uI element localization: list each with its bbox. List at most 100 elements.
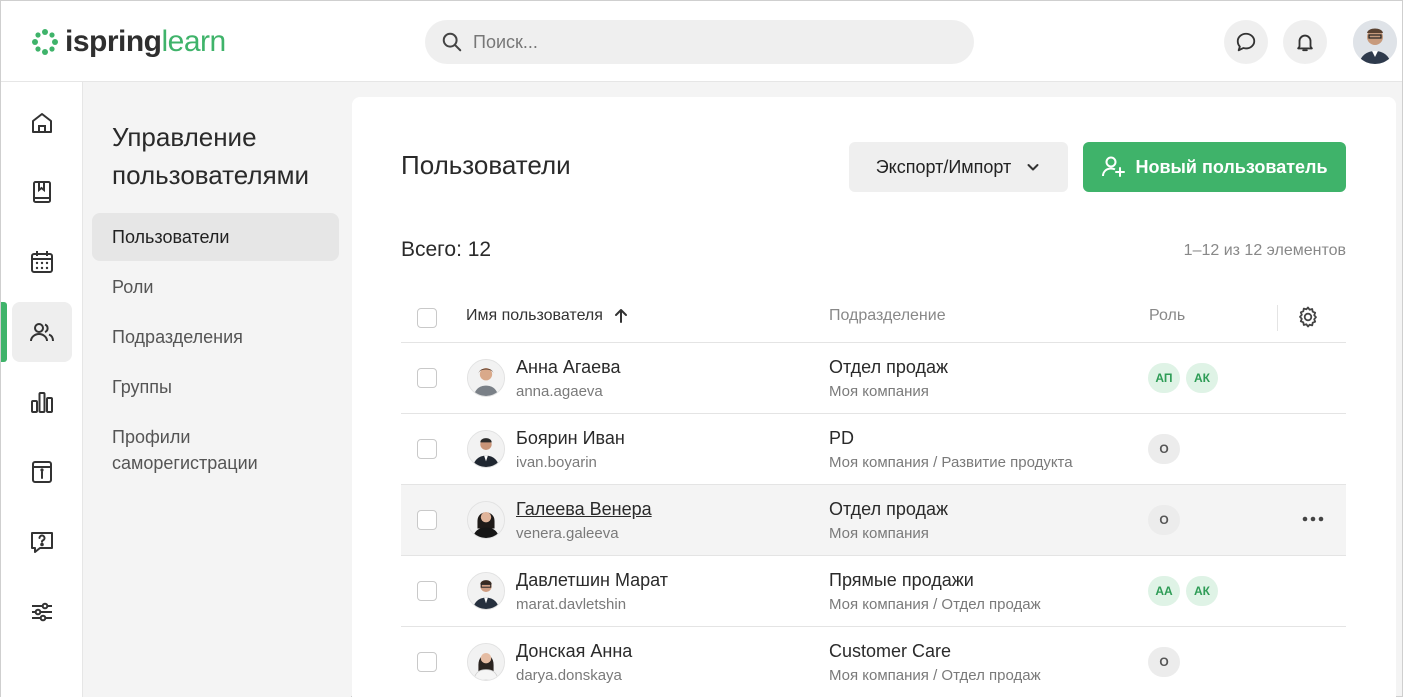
user-name-link[interactable]: Галеева Венера bbox=[516, 499, 652, 520]
user-name-link[interactable]: Донская Анна bbox=[516, 641, 632, 662]
notifications-button[interactable] bbox=[1283, 20, 1327, 64]
row-checkbox[interactable] bbox=[417, 510, 437, 530]
current-user-avatar[interactable] bbox=[1353, 20, 1397, 64]
role-badge: АП bbox=[1148, 363, 1180, 393]
active-indicator bbox=[1, 302, 7, 362]
user-login: ivan.boyarin bbox=[516, 454, 597, 471]
column-name-header[interactable]: Имя пользователя bbox=[466, 307, 629, 325]
department-path: Моя компания / Развитие продукта bbox=[829, 454, 1073, 471]
nav-users[interactable] bbox=[12, 302, 72, 362]
role-badges: АП АК bbox=[1148, 363, 1218, 393]
more-options-icon[interactable] bbox=[1301, 509, 1325, 529]
chat-button[interactable] bbox=[1224, 20, 1268, 64]
role-badges: О bbox=[1148, 505, 1180, 535]
settings-sliders-icon bbox=[32, 602, 52, 622]
users-table: Имя пользователя Подразделение Роль Анна… bbox=[401, 293, 1346, 697]
user-name-link[interactable]: Боярин Иван bbox=[516, 428, 625, 449]
export-import-button[interactable]: Экспорт/Импорт bbox=[849, 142, 1068, 192]
column-role-header[interactable]: Роль bbox=[1149, 307, 1185, 325]
new-user-label: Новый пользователь bbox=[1135, 156, 1328, 177]
user-login: anna.agaeva bbox=[516, 383, 603, 400]
user-photo-icon bbox=[468, 573, 504, 609]
nav-help[interactable] bbox=[12, 512, 72, 572]
section-title: Управление пользователями bbox=[112, 122, 310, 190]
row-checkbox[interactable] bbox=[417, 581, 437, 601]
page-title: Пользователи bbox=[401, 150, 571, 180]
department-path: Моя компания / Отдел продаж bbox=[829, 596, 1041, 613]
help-icon bbox=[31, 532, 53, 553]
main-nav-rail bbox=[1, 82, 83, 697]
chat-bubble-icon bbox=[1236, 32, 1256, 52]
column-name-label: Имя пользователя bbox=[466, 307, 603, 324]
table-row[interactable]: Боярин Иван ivan.boyarin PD Моя компания… bbox=[401, 414, 1346, 485]
avatar bbox=[467, 430, 505, 468]
gear-icon[interactable] bbox=[1296, 305, 1320, 329]
department-name: Отдел продаж bbox=[829, 357, 948, 377]
sidebar-item-roles[interactable]: Роли bbox=[92, 274, 339, 300]
sidebar-item-self-registration[interactable]: Профили саморегистрации bbox=[92, 424, 322, 476]
role-badges: О bbox=[1148, 434, 1180, 464]
user-photo-icon bbox=[1353, 20, 1397, 64]
avatar bbox=[467, 501, 505, 539]
avatar bbox=[467, 572, 505, 610]
pagination-info: 1–12 из 12 элементов bbox=[1183, 242, 1346, 259]
ispring-logo-icon bbox=[32, 29, 58, 55]
book-icon bbox=[33, 181, 51, 203]
nav-settings[interactable] bbox=[12, 582, 72, 642]
nav-reports[interactable] bbox=[12, 372, 72, 432]
role-badges: АА АК bbox=[1148, 576, 1218, 606]
user-photo-icon bbox=[468, 431, 504, 467]
nav-courses[interactable] bbox=[12, 162, 72, 222]
chart-icon bbox=[31, 392, 53, 413]
avatar bbox=[467, 643, 505, 681]
department-path: Моя компания bbox=[829, 525, 929, 542]
user-management-sidebar: Управление пользователями Пользователи Р… bbox=[83, 82, 351, 697]
nav-info[interactable] bbox=[12, 442, 72, 502]
sidebar-item-groups[interactable]: Группы bbox=[92, 374, 339, 400]
user-name-link[interactable]: Давлетшин Марат bbox=[516, 570, 668, 591]
row-checkbox[interactable] bbox=[417, 652, 437, 672]
nav-calendar[interactable] bbox=[12, 232, 72, 292]
nav-home[interactable] bbox=[12, 93, 72, 153]
role-badges: О bbox=[1148, 647, 1180, 677]
column-department-header[interactable]: Подразделение bbox=[829, 307, 946, 325]
role-badge: О bbox=[1148, 647, 1180, 677]
user-login: venera.galeeva bbox=[516, 525, 619, 542]
user-photo-icon bbox=[468, 644, 504, 680]
sort-arrow-up-icon bbox=[614, 309, 627, 323]
table-row[interactable]: Галеева Венера venera.galeeva Отдел прод… bbox=[401, 485, 1346, 556]
user-name-link[interactable]: Анна Агаева bbox=[516, 357, 620, 378]
new-user-button[interactable]: Новый пользователь bbox=[1083, 142, 1346, 192]
avatar bbox=[467, 359, 505, 397]
add-user-icon bbox=[1102, 156, 1126, 177]
select-all-checkbox[interactable] bbox=[417, 308, 437, 328]
row-checkbox[interactable] bbox=[417, 439, 437, 459]
bell-icon bbox=[1297, 34, 1313, 52]
department-name: Customer Care bbox=[829, 641, 952, 661]
department-name: PD bbox=[829, 428, 855, 448]
calendar-icon bbox=[31, 251, 53, 273]
table-header: Имя пользователя Подразделение Роль bbox=[401, 293, 1346, 343]
sidebar-item-users[interactable]: Пользователи bbox=[92, 213, 339, 261]
home-icon bbox=[32, 113, 52, 133]
role-badge: АА bbox=[1148, 576, 1180, 606]
search-input[interactable] bbox=[473, 31, 953, 53]
main-content: Пользователи Экспорт/Импорт Новый пользо… bbox=[352, 97, 1396, 697]
logo-text: ispringlearn bbox=[65, 25, 226, 58]
role-badge: АК bbox=[1186, 576, 1218, 606]
row-checkbox[interactable] bbox=[417, 368, 437, 388]
table-row[interactable]: Анна Агаева anna.agaeva Отдел продаж Моя… bbox=[401, 343, 1346, 414]
chevron-down-icon bbox=[1027, 164, 1039, 171]
export-import-label: Экспорт/Импорт bbox=[875, 156, 1012, 177]
search-icon bbox=[442, 32, 462, 52]
total-count: Всего: 12 bbox=[401, 238, 492, 261]
role-badge: О bbox=[1148, 505, 1180, 535]
ispring-learn-logo[interactable]: ispringlearn bbox=[31, 25, 226, 59]
header-divider bbox=[1277, 305, 1278, 331]
table-row[interactable]: Давлетшин Марат marat.davletshin Прямые … bbox=[401, 556, 1346, 627]
search-box[interactable] bbox=[425, 20, 974, 64]
sidebar-item-departments[interactable]: Подразделения bbox=[92, 324, 339, 350]
users-icon bbox=[30, 323, 54, 342]
user-login: marat.davletshin bbox=[516, 596, 627, 613]
table-row[interactable]: Донская Анна darya.donskaya Customer Car… bbox=[401, 627, 1346, 697]
